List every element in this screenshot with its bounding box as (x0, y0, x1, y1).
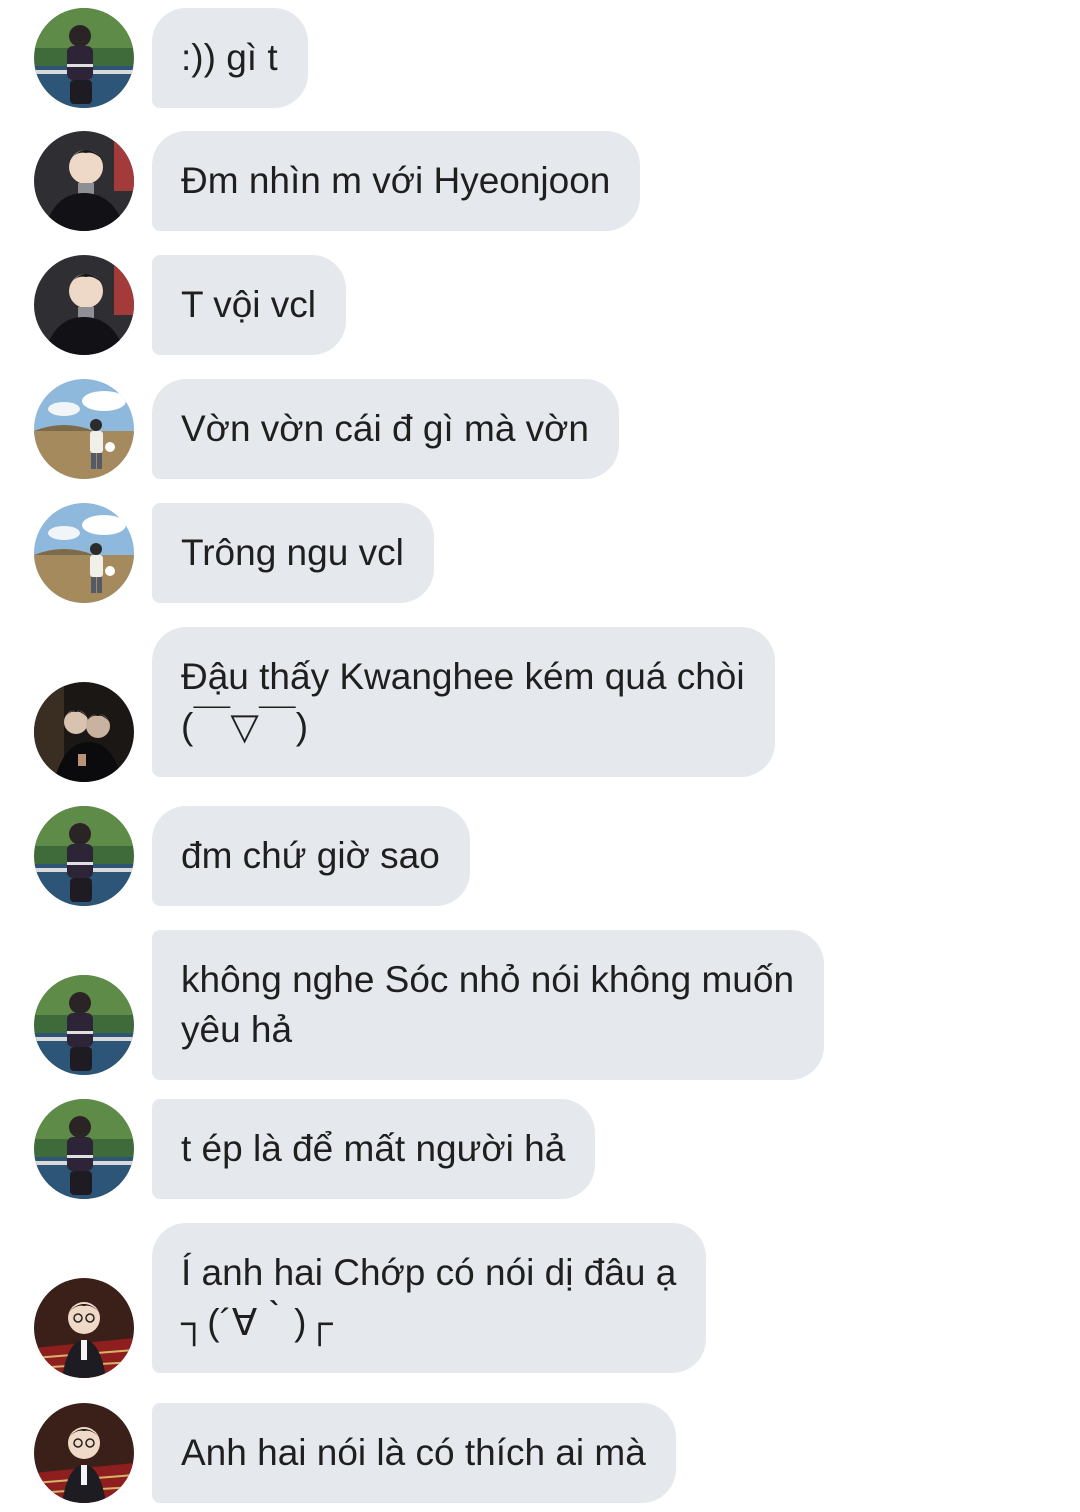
message-text: (￣▽￣) (181, 706, 309, 747)
avatar-purple-jacket-court-icon (34, 806, 134, 906)
avatar-black-coat-icon (34, 255, 134, 355)
message-text: ┐(´∀｀)┌ (181, 1302, 333, 1343)
message-text: Anh hai nói là có thích ai mà (181, 1432, 646, 1473)
avatar[interactable] (34, 1099, 134, 1199)
avatar[interactable] (34, 255, 134, 355)
message-text: Vờn vờn cái đ gì mà vờn (181, 408, 590, 449)
avatar-field-sky-icon (34, 379, 134, 479)
avatar[interactable] (34, 379, 134, 479)
avatar[interactable] (34, 503, 134, 603)
avatar-purple-jacket-court-icon (34, 975, 134, 1075)
avatar-purple-jacket-court-icon (34, 8, 134, 108)
avatar-red-plaid-icon (34, 1403, 134, 1503)
message-bubble[interactable]: t ép là để mất người hả (152, 1099, 596, 1199)
message-bubble[interactable]: Anh hai nói là có thích ai mà (152, 1403, 676, 1503)
message-text: yêu hả (181, 1009, 293, 1050)
message-text: không nghe Sóc nhỏ nói không muốn (181, 959, 795, 1000)
message-text: t ép là để mất người hả (181, 1128, 566, 1169)
message-text: T vội vcl (181, 284, 317, 325)
message-bubble[interactable]: Đm nhìn m với Hyeonjoon (152, 131, 641, 231)
message-text: đm chứ giờ sao (181, 835, 440, 876)
avatar-purple-jacket-court-icon (34, 1099, 134, 1199)
message-text: Trông ngu vcl (181, 532, 404, 573)
message-bubble[interactable]: Í anh hai Chớp có nói dị đâu ạ ┐(´∀｀)┌ (152, 1223, 707, 1373)
message-bubble[interactable]: đm chứ giờ sao (152, 806, 470, 906)
avatar[interactable] (34, 1278, 134, 1378)
message-bubble[interactable]: không nghe Sóc nhỏ nói không muốn yêu hả (152, 930, 825, 1080)
avatar[interactable] (34, 8, 134, 108)
avatar[interactable] (34, 975, 134, 1075)
message-text: :)) gì t (181, 37, 278, 78)
avatar-dark-couple-icon (34, 682, 134, 782)
message-text: Đm nhìn m với Hyeonjoon (181, 160, 611, 201)
avatar[interactable] (34, 682, 134, 782)
avatar[interactable] (34, 131, 134, 231)
message-bubble[interactable]: :)) gì t (152, 8, 308, 108)
message-bubble[interactable]: Vờn vờn cái đ gì mà vờn (152, 379, 620, 479)
message-text: Đậu thấy Kwanghee kém quá chòi (181, 656, 745, 697)
chat-thread: :)) gì t Đm nhìn m với Hyeonjoon T vội v… (0, 0, 1080, 1512)
message-bubble[interactable]: T vội vcl (152, 255, 347, 355)
avatar-field-sky-icon (34, 503, 134, 603)
avatar-black-coat-icon (34, 131, 134, 231)
message-bubble[interactable]: Đậu thấy Kwanghee kém quá chòi (￣▽￣) (152, 627, 775, 777)
avatar[interactable] (34, 1403, 134, 1503)
message-bubble[interactable]: Trông ngu vcl (152, 503, 434, 603)
message-text: Í anh hai Chớp có nói dị đâu ạ (181, 1252, 677, 1293)
avatar[interactable] (34, 806, 134, 906)
avatar-red-plaid-icon (34, 1278, 134, 1378)
